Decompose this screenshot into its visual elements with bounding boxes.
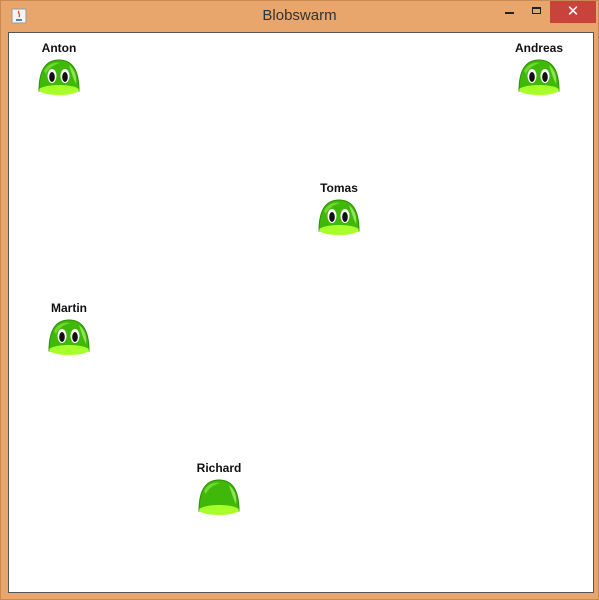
blob-andreas[interactable]: Andreas <box>509 41 569 97</box>
blob-richard[interactable]: Richard <box>189 461 249 517</box>
eye-pupil <box>329 212 335 222</box>
app-window: Blobswarm ✕ Anton Andreas Tomas Martin R <box>0 0 599 600</box>
blob-icon <box>48 319 90 355</box>
eye-pupil <box>49 72 55 82</box>
blob-name-label: Martin <box>51 301 87 315</box>
blob-icon <box>318 199 360 235</box>
eye-pupil <box>59 332 65 342</box>
blob-name-label: Tomas <box>320 181 358 195</box>
close-button[interactable]: ✕ <box>550 1 596 23</box>
blob-name-label: Richard <box>196 461 242 475</box>
blob-anton[interactable]: Anton <box>29 41 89 97</box>
minimize-icon <box>505 12 514 14</box>
blob-tomas[interactable]: Tomas <box>309 181 369 237</box>
eye-pupil <box>529 72 535 82</box>
close-icon: ✕ <box>566 2 580 20</box>
title-bar[interactable]: Blobswarm ✕ <box>1 1 598 31</box>
blob-icon <box>518 59 560 95</box>
eye-pupil <box>72 332 78 342</box>
maximize-icon <box>532 7 541 14</box>
eye-pupil <box>342 212 348 222</box>
blob-martin[interactable]: Martin <box>39 301 99 357</box>
eye-pupil <box>542 72 548 82</box>
minimize-button[interactable] <box>495 1 523 23</box>
blob-name-label: Andreas <box>514 41 564 55</box>
swarm-canvas[interactable]: Anton Andreas Tomas Martin Richard <box>8 32 594 593</box>
maximize-button[interactable] <box>523 1 551 23</box>
blob-name-label: Anton <box>41 41 77 55</box>
blob-icon <box>38 59 80 95</box>
eye-pupil <box>62 72 68 82</box>
blob-icon <box>198 479 240 515</box>
